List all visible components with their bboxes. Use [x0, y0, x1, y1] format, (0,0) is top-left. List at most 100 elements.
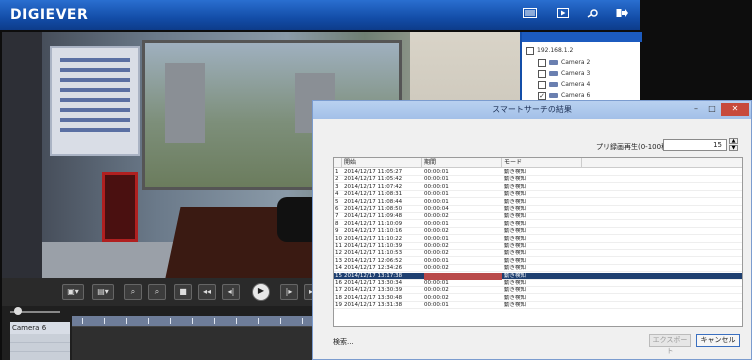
close-icon[interactable]: ✕ — [721, 103, 749, 116]
cell-duration: 00:00:01 — [424, 280, 449, 286]
cell-index: 9 — [335, 228, 339, 235]
tree-camera-item[interactable]: Camera 3 — [538, 69, 590, 79]
top-bar: DIGIEVER — [0, 0, 640, 30]
cell-index: 1 — [335, 169, 339, 175]
cell-mode: 動き検知 — [504, 250, 527, 257]
settings-icon[interactable] — [585, 8, 601, 22]
table-row[interactable]: 19 2014/12/17 13:31:38 00:00:01 動き検知 — [334, 302, 742, 310]
cell-mode: 動き検知 — [504, 206, 527, 212]
logout-icon[interactable] — [614, 8, 630, 22]
cell-start: 2014/12/17 11:08:50 — [344, 206, 403, 212]
preplay-seconds-input[interactable]: 15 — [663, 139, 727, 151]
timeline-zoom-handle[interactable] — [14, 307, 22, 315]
cell-index: 2 — [335, 176, 339, 183]
cell-duration: 00:00:01 — [424, 257, 449, 264]
table-row[interactable]: 13 2014/12/17 12:06:52 00:00:01 動き検知 — [334, 257, 742, 265]
camera-checkbox[interactable] — [538, 80, 546, 89]
col-duration[interactable]: 期間 — [422, 158, 502, 168]
camera-label: Camera 4 — [561, 81, 591, 88]
table-row[interactable]: 17 2014/12/17 13:30:39 00:00:02 動き検知 — [334, 287, 742, 295]
playback-controls: ▣▾ ▤▾ ⌕ ⌕ ■ ◂◂ ◂| ▶ |▸ ▸▸ — [2, 278, 332, 306]
stop-button[interactable]: ■ — [174, 284, 192, 300]
table-row[interactable]: 8 2014/12/17 11:10:09 00:00:01 動き検知 — [334, 221, 742, 228]
cell-duration: 00:00:04 — [424, 206, 449, 212]
dialog-titlebar: スマートサーチの結果 – □ ✕ — [313, 101, 751, 119]
spin-up-icon[interactable]: ▲ — [729, 138, 738, 144]
table-row[interactable]: 15 2014/12/17 13:17:38 00:00:06 動き検知 — [334, 272, 742, 280]
col-mode[interactable]: モード — [502, 158, 582, 168]
cell-mode: 動き検知 — [504, 198, 527, 205]
col-index — [334, 158, 342, 168]
root-checkbox[interactable] — [526, 46, 534, 55]
table-row[interactable]: 11 2014/12/17 11:10:39 00:00:02 動き検知 — [334, 243, 742, 250]
search-status: 検索... — [333, 338, 354, 346]
cell-start: 2014/12/17 11:10:22 — [344, 235, 403, 242]
rewind-button[interactable]: ◂◂ — [198, 284, 216, 300]
cell-duration: 00:00:01 — [424, 198, 449, 205]
nvr-client-window: DIGIEVER ▣▾ ▤▾ ⌕ ⌕ ■ ◂◂ ◂| ▶ |▸ Camera 6… — [0, 0, 752, 360]
timeline-track[interactable] — [72, 326, 332, 360]
step-forward-button[interactable]: |▸ — [280, 284, 298, 300]
camera-checkbox[interactable] — [538, 69, 546, 78]
layout-icon[interactable] — [522, 8, 538, 22]
record-button[interactable]: ▤▾ — [92, 284, 114, 300]
cell-start: 2014/12/17 13:31:38 — [344, 302, 403, 309]
cell-duration: 00:00:02 — [424, 265, 449, 272]
cell-duration: 00:00:01 — [424, 176, 449, 183]
table-row[interactable]: 12 2014/12/17 11:10:53 00:00:02 動き検知 — [334, 250, 742, 258]
play-button[interactable]: ▶ — [252, 283, 270, 301]
snapshot-button[interactable]: ▣▾ — [62, 284, 84, 300]
cell-duration: 00:00:01 — [424, 183, 449, 190]
cancel-button[interactable]: キャンセル — [696, 334, 740, 347]
camera-checkbox[interactable] — [538, 58, 546, 67]
maximize-icon[interactable]: □ — [705, 103, 719, 116]
cell-duration: 00:00:02 — [424, 250, 449, 257]
table-row[interactable]: 10 2014/12/17 11:10:22 00:00:01 動き検知 — [334, 235, 742, 243]
tree-camera-item[interactable]: Camera 4 — [538, 80, 590, 90]
cell-start: 2014/12/17 12:06:52 — [344, 257, 403, 264]
table-row[interactable]: 18 2014/12/17 13:30:48 00:00:02 動き検知 — [334, 294, 742, 302]
cell-index: 3 — [335, 183, 339, 190]
preplay-label: プリ録画再生(0-100秒) — [596, 143, 671, 151]
step-back-button[interactable]: ◂| — [222, 284, 240, 300]
table-row[interactable]: 7 2014/12/17 11:09:48 00:00:02 動き検知 — [334, 213, 742, 221]
table-row[interactable]: 4 2014/12/17 11:08:31 00:00:01 動き検知 — [334, 191, 742, 199]
cell-mode: 動き検知 — [504, 257, 527, 264]
tree-root[interactable]: 192.168.1.2 — [526, 46, 573, 56]
cell-start: 2014/12/17 13:17:38 — [344, 272, 403, 279]
table-row[interactable]: 1 2014/12/17 11:05:27 00:00:01 動き検知 — [334, 169, 742, 176]
cell-index: 16 — [335, 280, 342, 286]
export-button[interactable]: エクスポート — [649, 334, 691, 355]
cell-index: 11 — [335, 243, 342, 249]
table-row[interactable]: 9 2014/12/17 11:10:16 00:00:02 動き検知 — [334, 228, 742, 236]
camera-icon — [549, 71, 558, 76]
app-logo: DIGIEVER — [10, 7, 89, 23]
cell-mode: 動き検知 — [504, 176, 527, 183]
table-row[interactable]: 3 2014/12/17 11:07:42 00:00:01 動き検知 — [334, 183, 742, 191]
table-row[interactable]: 16 2014/12/17 13:30:34 00:00:01 動き検知 — [334, 280, 742, 287]
cell-start: 2014/12/17 13:30:39 — [344, 287, 403, 294]
minimize-icon[interactable]: – — [689, 103, 703, 116]
time-ruler[interactable] — [72, 316, 332, 326]
col-start[interactable]: 開始 — [342, 158, 422, 168]
cell-index: 14 — [335, 265, 342, 272]
table-row[interactable]: 5 2014/12/17 11:08:44 00:00:01 動き検知 — [334, 198, 742, 206]
cell-start: 2014/12/17 11:09:48 — [344, 213, 403, 220]
cell-index: 18 — [335, 294, 342, 301]
cell-start: 2014/12/17 11:05:42 — [344, 176, 403, 183]
camera-icon — [549, 93, 558, 98]
cell-index: 10 — [335, 235, 342, 242]
playback-icon[interactable] — [555, 8, 571, 22]
zoom-in-button[interactable]: ⌕ — [124, 284, 142, 300]
table-row[interactable]: 6 2014/12/17 11:08:50 00:00:04 動き検知 — [334, 206, 742, 213]
cell-index: 7 — [335, 213, 339, 220]
spin-down-icon[interactable]: ▼ — [729, 145, 738, 151]
zoom-out-button[interactable]: ⌕ — [148, 284, 166, 300]
cell-start: 2014/12/17 11:08:31 — [344, 191, 403, 198]
table-row[interactable]: 14 2014/12/17 12:34:26 00:00:02 動き検知 — [334, 265, 742, 273]
cell-start: 2014/12/17 11:08:44 — [344, 198, 403, 205]
camera-checkbox[interactable]: ✓ — [538, 91, 546, 100]
table-row[interactable]: 2 2014/12/17 11:05:42 00:00:01 動き検知 — [334, 176, 742, 184]
tree-camera-item[interactable]: Camera 2 — [538, 58, 590, 68]
cell-duration: 00:00:01 — [424, 235, 449, 242]
